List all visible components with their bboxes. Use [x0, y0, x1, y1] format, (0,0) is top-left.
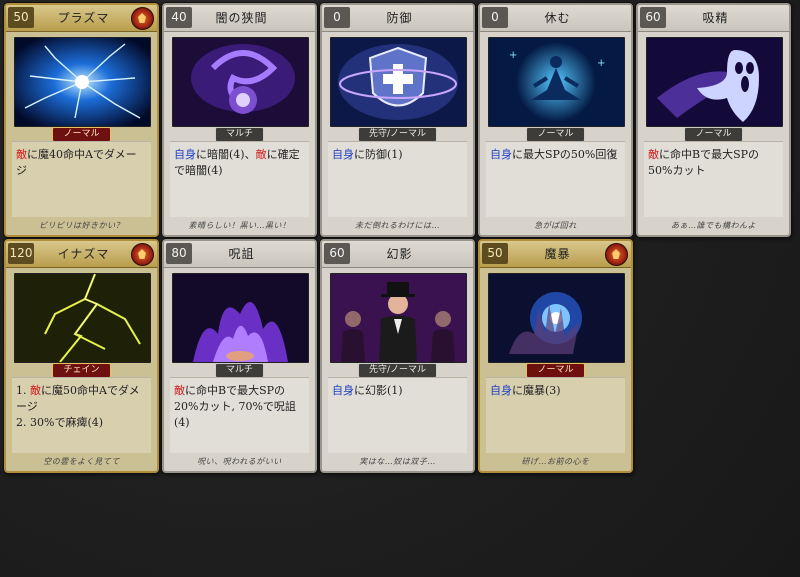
- card-description: 敵に魔40命中Aでダメージ: [12, 141, 151, 217]
- card-flavor-text: 研げ…お前の心を: [521, 457, 590, 466]
- description-text: に命中Bで最大SPの50%カット: [648, 148, 760, 177]
- card-header: 60 幻影: [322, 241, 473, 268]
- svg-text:+: +: [597, 58, 605, 69]
- card-flavor-text: 空の雲をよく見てて: [43, 457, 120, 466]
- card-description: 自身に防御(1): [328, 141, 467, 217]
- skill-card-plasma-lightning[interactable]: 50 プラズマ ノーマル 敵に魔40命中Aでダメージ ビリビリは好きかい？: [4, 3, 159, 237]
- card-type-badge: ノーマル: [526, 127, 585, 142]
- yellow-lightning-icon: [14, 273, 151, 363]
- card-header: 0 休む: [480, 5, 631, 32]
- card-cost: 120: [8, 243, 34, 264]
- card-header: 50 プラズマ: [6, 5, 157, 32]
- card-cost: 0: [324, 7, 350, 28]
- card-description: 自身に最大SPの50%回復: [486, 141, 625, 217]
- skill-card-dark-swirl[interactable]: 40 闇の狭間マルチ 自身に暗闇(4)、敵に確定で暗闇(4) 素晴らしい！黒い…黒い！: [162, 3, 317, 237]
- card-emblem-icon: [605, 243, 628, 266]
- card-name: イナズマ: [57, 247, 110, 261]
- card-flavor-text: 急がば回れ: [534, 221, 577, 230]
- card-flavor-text: 呪い、呪われるがいい: [197, 457, 282, 466]
- card-description: 自身に暗闇(4)、敵に確定で暗闇(4): [170, 141, 309, 217]
- card-type-badge: チェイン: [52, 363, 111, 378]
- meditation-icon: + +: [488, 37, 625, 127]
- card-flavor-text: ビリビリは好きかい？: [39, 221, 124, 230]
- card-header: 0 防御: [322, 5, 473, 32]
- card-type-badge: ノーマル: [526, 363, 585, 378]
- self-target-label: 自身: [490, 148, 512, 161]
- purple-flames-icon: [172, 273, 309, 363]
- card-cost: 0: [482, 7, 508, 28]
- skill-card-purple-flames[interactable]: 80 呪詛 マルチ 敵に命中Bで最大SPの20%カット, 70%で呪詛(4) 呪い、呪わ…: [162, 239, 317, 473]
- blue-hand-orb-icon: [488, 273, 625, 363]
- skill-card-ghost[interactable]: 60 吸精 ノーマル 敵に命中Bで最大SPの50%カット あぁ…誰でも構わんよ: [636, 3, 791, 237]
- phantom-figures-icon: [330, 273, 467, 363]
- card-description: 敵に命中Bで最大SPの20%カット, 70%で呪詛(4): [170, 377, 309, 453]
- description-text: 1.: [16, 384, 30, 397]
- card-header: 80 呪詛: [164, 241, 315, 268]
- card-type-badge: 先守/ノーマル: [357, 127, 438, 142]
- card-flavor-text: 実はな…奴は双子…: [359, 457, 436, 466]
- description-text: に幻影(1): [354, 384, 403, 397]
- enemy-target-label: 敵: [16, 148, 27, 161]
- card-cost: 50: [8, 7, 34, 28]
- card-emblem-icon: [131, 243, 154, 266]
- card-cost: 40: [166, 7, 192, 28]
- card-name: 呪詛: [228, 247, 255, 261]
- card-name: 吸精: [702, 11, 729, 25]
- card-description: 敵に命中Bで最大SPの50%カット: [644, 141, 783, 217]
- self-target-label: 自身: [174, 148, 196, 161]
- card-name: 休む: [544, 11, 571, 25]
- ghost-icon: [646, 37, 783, 127]
- svg-text:+: +: [509, 50, 517, 61]
- card-header: 60 吸精: [638, 5, 789, 32]
- plasma-lightning-icon: [14, 37, 151, 127]
- card-type-badge: マルチ: [214, 127, 264, 142]
- card-flavor-text: 素晴らしい！黒い…黒い！: [188, 221, 291, 230]
- card-emblem-icon: [131, 7, 154, 30]
- skill-card-phantom-figures[interactable]: 60 幻影先守/ノーマル 自身に幻影(1) 実はな…奴は双子…: [320, 239, 475, 473]
- description-text: に防御(1): [354, 148, 403, 161]
- card-type-badge: マルチ: [214, 363, 264, 378]
- enemy-target-label: 敵: [255, 148, 267, 161]
- card-description: 自身に幻影(1): [328, 377, 467, 453]
- card-name: プラズマ: [57, 11, 110, 25]
- skill-card-blue-hand-orb[interactable]: 50 魔暴 ノーマル 自身に魔暴(3) 研げ…お前の心を: [478, 239, 633, 473]
- card-name: 幻影: [386, 247, 413, 261]
- card-type-badge: ノーマル: [684, 127, 743, 142]
- card-cost: 60: [324, 243, 350, 264]
- description-text: に魔暴(3): [512, 384, 561, 397]
- skill-card-meditation[interactable]: 0 休む + + ノーマル 自身に最大SPの50%回復 急がば回れ: [478, 3, 633, 237]
- card-name: 防御: [386, 11, 413, 25]
- card-header: 50 魔暴: [480, 241, 631, 268]
- card-name: 闇の狭間: [215, 11, 268, 25]
- card-header: 120 イナズマ: [6, 241, 157, 268]
- self-target-label: 自身: [332, 148, 354, 161]
- description-text: に最大SPの50%回復: [512, 148, 618, 161]
- skill-card-shield-cross[interactable]: 0 防御先守/ノーマル 自身に防御(1) 未だ倒れるわけには…: [320, 3, 475, 237]
- shield-cross-icon: [330, 37, 467, 127]
- description-text: に暗闇(4)、: [196, 148, 256, 161]
- card-cost: 80: [166, 243, 192, 264]
- skill-card-yellow-lightning[interactable]: 120 イナズマチェイン 1. 敵に魔50命中Aでダメージ 2. 30%で麻痺(4)…: [4, 239, 159, 473]
- enemy-target-label: 敵: [30, 384, 41, 397]
- card-name: 魔暴: [544, 247, 571, 261]
- description-text: に命中Bで最大SPの20%カット, 70%で呪詛(4): [174, 384, 296, 429]
- card-type-badge: 先守/ノーマル: [357, 363, 438, 378]
- enemy-target-label: 敵: [648, 148, 659, 161]
- card-header: 40 闇の狭間: [164, 5, 315, 32]
- card-cost: 60: [640, 7, 666, 28]
- card-flavor-text: あぁ…誰でも構わんよ: [671, 221, 756, 230]
- self-target-label: 自身: [490, 384, 512, 397]
- card-cost: 50: [482, 243, 508, 264]
- self-target-label: 自身: [332, 384, 354, 397]
- card-description: 自身に魔暴(3): [486, 377, 625, 453]
- enemy-target-label: 敵: [174, 384, 185, 397]
- dark-swirl-icon: [172, 37, 309, 127]
- card-type-badge: ノーマル: [52, 127, 111, 142]
- card-flavor-text: 未だ倒れるわけには…: [355, 221, 440, 230]
- description-text: に魔40命中Aでダメージ: [16, 148, 137, 177]
- card-description: 1. 敵に魔50命中Aでダメージ 2. 30%で麻痺(4): [12, 377, 151, 453]
